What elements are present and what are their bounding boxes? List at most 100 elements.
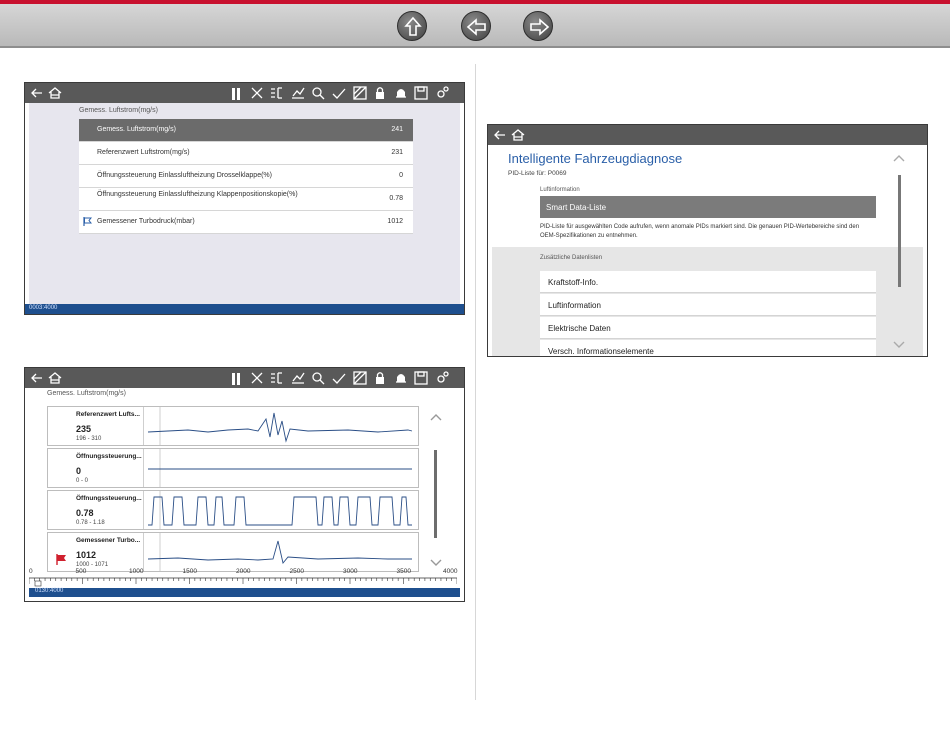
save-icon[interactable] [413, 85, 429, 101]
additional-lists-area: Zusätzliche Datenlisten Kraftstoff-Info.… [492, 247, 923, 356]
graph-label-area: Öffnungssteuerung... 0 0 - 0 [48, 449, 144, 487]
pause-icon[interactable] [228, 370, 244, 386]
up-navigation-button[interactable] [397, 11, 427, 41]
graph-pid-name: Öffnungssteuerung... [76, 495, 142, 502]
graph-plot [147, 407, 413, 445]
pid-name: Öffnungssteuerung Einlassluftheizung Kla… [97, 191, 298, 198]
pid-name: Gemessener Turbodruck(mbar) [97, 218, 195, 225]
data-list-item[interactable]: Kraftstoff-Info. [540, 271, 876, 293]
save-icon[interactable] [413, 370, 429, 386]
graph-icon[interactable] [290, 370, 306, 386]
bell-icon[interactable] [393, 370, 409, 386]
pid-graph-screenshot: Gemess. Luftstrom(mg/s) Referenzwert Luf… [24, 367, 465, 602]
back-arrow-icon[interactable] [29, 85, 45, 101]
toolbar [25, 83, 464, 103]
scroll-up-icon[interactable] [429, 412, 443, 422]
pid-row[interactable]: Öffnungssteuerung Einlassluftheizung Dro… [79, 165, 413, 188]
graph-pid-name: Referenzwert Lufts... [76, 411, 140, 418]
settings-icon[interactable] [434, 370, 450, 386]
graph-plot [147, 533, 412, 571]
pid-value: 0 [399, 172, 403, 179]
flag-icon [83, 217, 93, 226]
pid-name: Referenzwert Luftstrom(mg/s) [97, 149, 190, 156]
scrollbar[interactable] [434, 450, 437, 538]
pause-icon[interactable] [228, 85, 244, 101]
time-axis: 0 500 1000 1500 2000 2500 3000 3500 4000 [28, 568, 457, 588]
pid-select-icon[interactable] [269, 85, 285, 101]
graph-pid-range: 196 - 310 [76, 436, 102, 442]
next-page-button[interactable] [523, 11, 553, 41]
smart-data-list-item[interactable]: Smart Data-Liste [540, 196, 876, 218]
column-divider [475, 64, 476, 700]
app-title: Intelligente Fahrzeugdiagnose [508, 151, 683, 166]
close-icon[interactable] [249, 370, 265, 386]
toolbar [488, 125, 927, 145]
status-bar: 0003:4000 [25, 304, 464, 314]
graph-panel[interactable]: Öffnungssteuerung... 0.78 0.78 - 1.18 [47, 490, 419, 530]
status-time: 0003:4000 [29, 305, 58, 311]
graph-pid-name: Öffnungssteuerung... [76, 453, 142, 460]
zoom-icon[interactable] [310, 85, 326, 101]
pid-row[interactable]: Gemess. Luftstrom(mg/s) 241 [79, 119, 413, 142]
settings-icon[interactable] [434, 85, 450, 101]
scroll-down-icon[interactable] [892, 340, 906, 350]
check-icon[interactable] [331, 370, 347, 386]
data-view-icon[interactable] [352, 85, 368, 101]
graph-panel[interactable]: Öffnungssteuerung... 0 0 - 0 [47, 448, 419, 488]
axis-tick-label: 1000 [129, 568, 144, 575]
pid-select-icon[interactable] [269, 370, 285, 386]
status-bar[interactable]: 0130:4000 [29, 588, 460, 597]
zoom-icon[interactable] [310, 370, 326, 386]
flag-icon [56, 552, 67, 565]
description-text: PID-Liste für ausgewählten Code aufrufen… [540, 224, 860, 239]
bell-icon[interactable] [393, 85, 409, 101]
data-list-item[interactable]: Luftinformation [540, 294, 876, 316]
graph-pid-name: Gemessener Turbo... [76, 537, 141, 544]
axis-tick-label: 0 [29, 568, 33, 575]
pid-list: Gemess. Luftstrom(mg/s) 241 Referenzwert L… [79, 119, 413, 234]
navigation-bar [0, 4, 950, 48]
close-icon[interactable] [249, 85, 265, 101]
pid-row[interactable]: Referenzwert Luftstrom(mg/s) 231 [79, 142, 413, 165]
scrollbar[interactable] [898, 175, 901, 287]
graph-plot [148, 491, 412, 529]
graph-panel[interactable]: Gemessener Turbo... 1012 1000 - 1071 [47, 532, 419, 572]
home-icon[interactable] [510, 127, 526, 143]
pid-row[interactable]: Gemessener Turbodruck(mbar) 1012 [79, 211, 413, 234]
home-icon[interactable] [47, 85, 63, 101]
scroll-down-icon[interactable] [429, 558, 443, 568]
back-arrow-icon[interactable] [492, 127, 508, 143]
toolbar [25, 368, 464, 388]
graph-plot [148, 449, 412, 487]
back-arrow-icon[interactable] [29, 370, 45, 386]
graph-label-area: Gemessener Turbo... 1012 1000 - 1071 [48, 533, 144, 571]
pid-list-screenshot: Gemess. Luftstrom(mg/s) Gemess. Luftstro… [24, 82, 465, 315]
graph-pid-value: 0 [76, 466, 82, 476]
graph-icon[interactable] [290, 85, 306, 101]
home-icon[interactable] [47, 370, 63, 386]
previous-page-button[interactable] [461, 11, 491, 41]
graph-label-area: Öffnungssteuerung... 0.78 0.78 - 1.18 [48, 491, 144, 529]
pid-list-subtitle: PID-Liste für: P0069 [508, 170, 567, 177]
scroll-up-icon[interactable] [892, 153, 906, 163]
pid-value: 241 [391, 126, 403, 133]
check-icon[interactable] [331, 85, 347, 101]
graph-panel[interactable]: Referenzwert Lufts... 235 196 - 310 [47, 406, 419, 446]
axis-tick-label: 2500 [289, 568, 304, 575]
data-list-item[interactable]: Versch. Informationselemente [540, 340, 876, 356]
section-label: Zusätzliche Datenlisten [540, 255, 603, 261]
data-list-item[interactable]: Elektrische Daten [540, 317, 876, 339]
data-view-icon[interactable] [352, 370, 368, 386]
graph-pid-value: 1012 [76, 550, 97, 560]
pid-name: Gemess. Luftstrom(mg/s) [97, 126, 176, 133]
graph-label-area: Referenzwert Lufts... 235 196 - 310 [48, 407, 144, 445]
graph-pid-range: 0 - 0 [76, 478, 89, 484]
page-title: Gemess. Luftstrom(mg/s) [47, 390, 126, 397]
lock-icon[interactable] [372, 370, 388, 386]
pid-name: Öffnungssteuerung Einlassluftheizung Dro… [97, 172, 272, 179]
pid-value: 1012 [387, 218, 403, 225]
pid-row[interactable]: Öffnungssteuerung Einlassluftheizung Kla… [79, 188, 413, 211]
lock-icon[interactable] [372, 85, 388, 101]
page-title: Gemess. Luftstrom(mg/s) [79, 107, 158, 114]
pid-value: 0.78 [389, 195, 403, 202]
